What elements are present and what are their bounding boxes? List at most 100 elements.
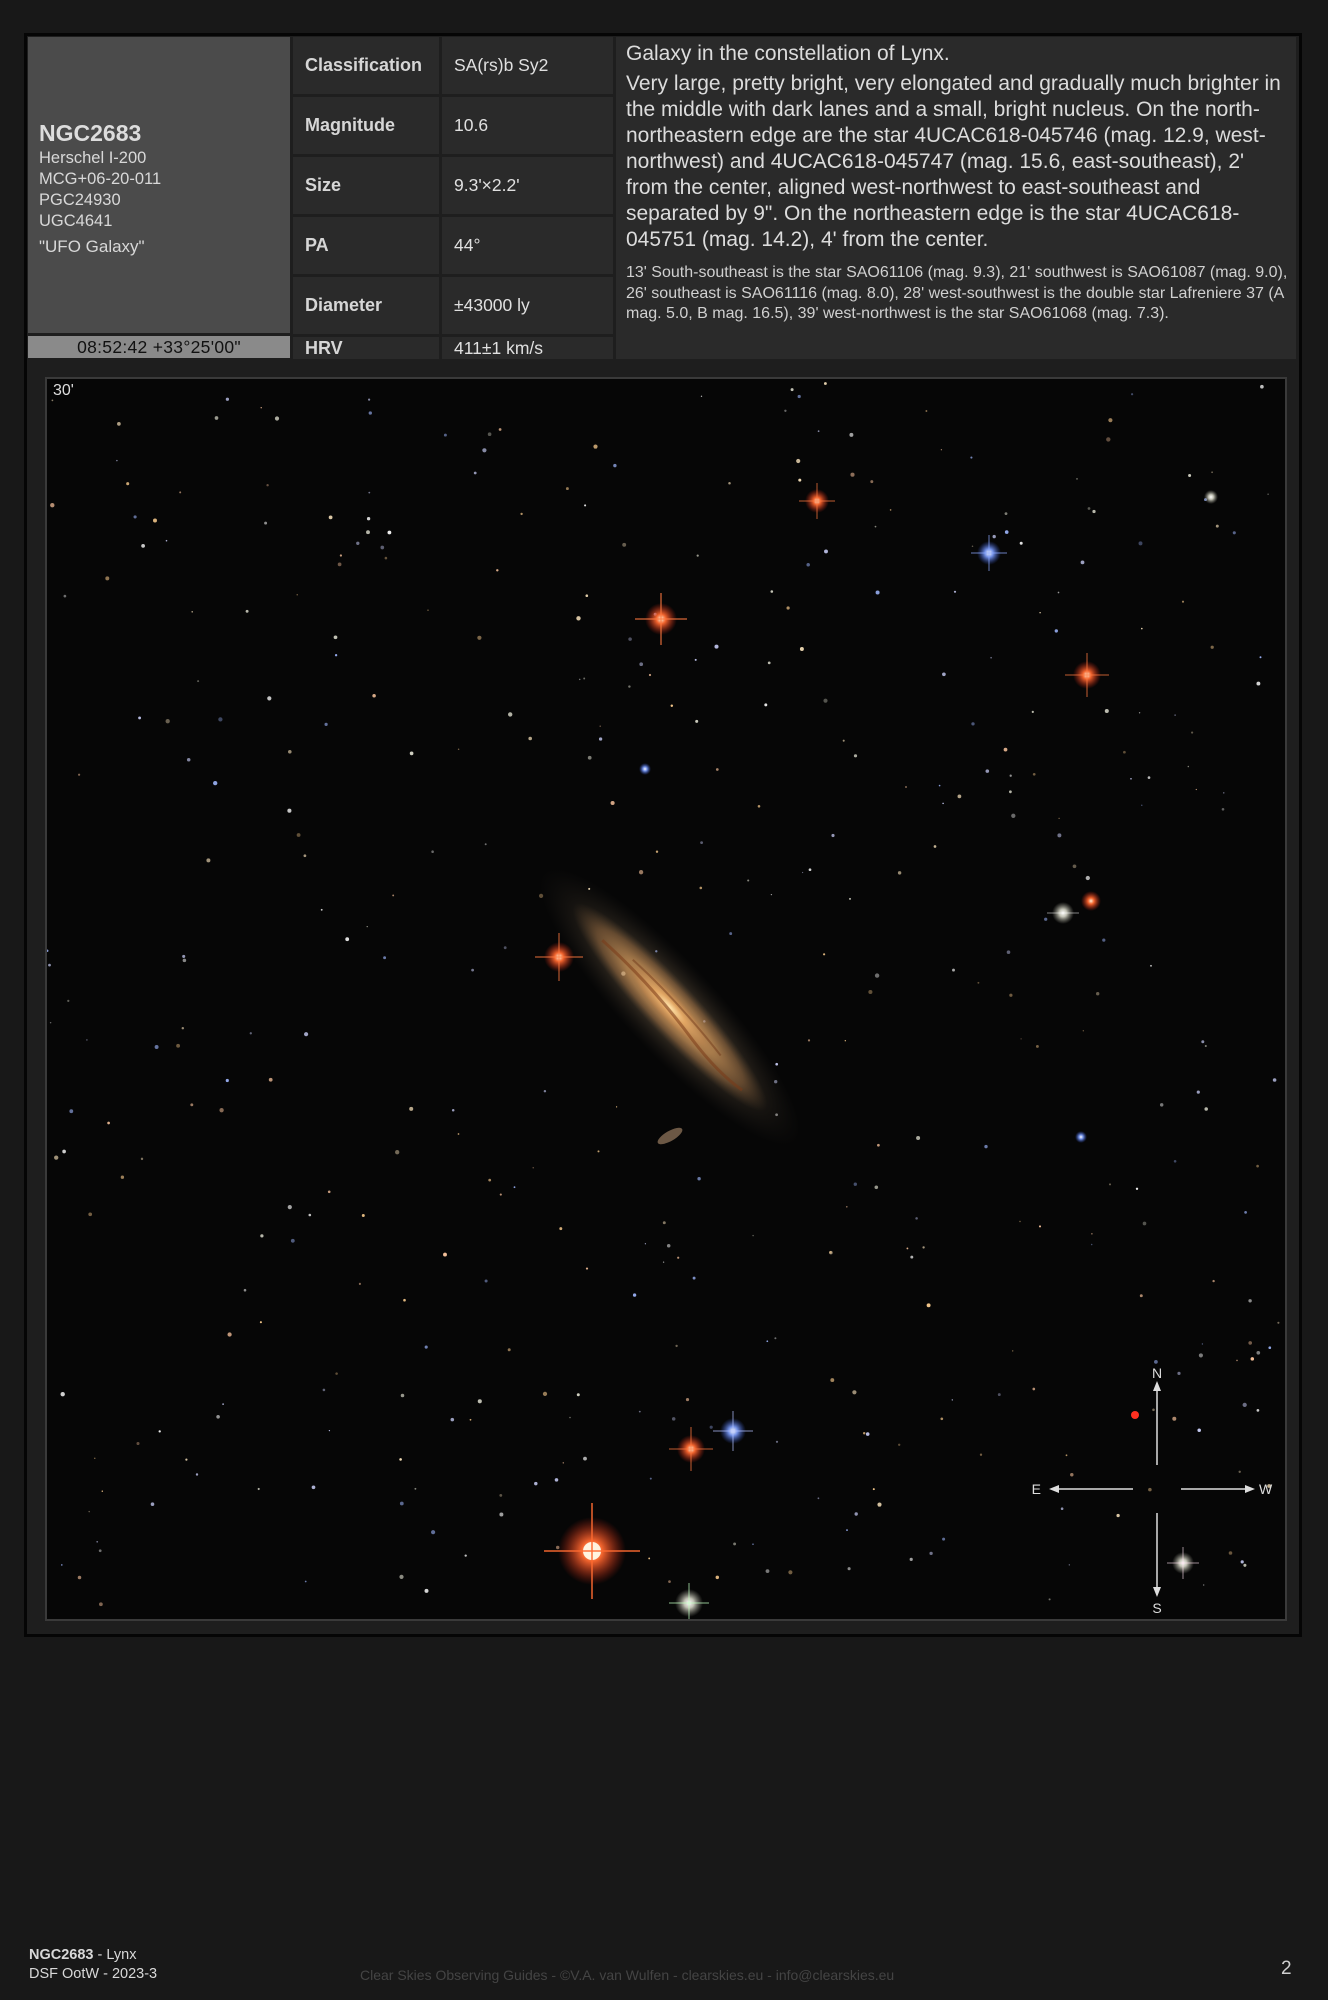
- background-star: [910, 1255, 914, 1259]
- background-star: [328, 1429, 331, 1432]
- background-star: [1242, 1402, 1247, 1408]
- background-star: [1019, 1220, 1021, 1223]
- background-star: [1201, 1040, 1205, 1044]
- background-star: [181, 1026, 185, 1030]
- background-star: [1198, 1353, 1203, 1358]
- background-star: [770, 590, 774, 593]
- compass-south-label: S: [1152, 1600, 1161, 1616]
- footer-credits: Clear Skies Observing Guides - ©V.A. van…: [360, 1967, 895, 1983]
- background-star: [599, 725, 601, 727]
- background-star: [107, 1121, 110, 1125]
- background-star: [126, 482, 130, 486]
- background-star: [1054, 629, 1058, 633]
- background-star: [477, 1399, 482, 1404]
- coordinates: 08:52:42 +33°25'00": [28, 336, 290, 358]
- background-star: [897, 871, 902, 875]
- background-star: [770, 893, 773, 896]
- background-star: [116, 459, 118, 462]
- background-star: [1070, 1473, 1074, 1477]
- background-star: [1108, 1183, 1112, 1186]
- background-star: [1204, 1107, 1208, 1111]
- background-star: [98, 1549, 102, 1553]
- background-star: [593, 444, 598, 449]
- background-star: [99, 1602, 103, 1607]
- background-star: [696, 554, 699, 557]
- background-star: [507, 1348, 511, 1352]
- compass-west-label: W: [1259, 1481, 1273, 1497]
- background-star: [1108, 418, 1113, 423]
- background-star: [786, 606, 790, 610]
- property-label: Diameter: [293, 277, 439, 334]
- background-star: [844, 1040, 846, 1042]
- background-star: [424, 1345, 428, 1349]
- background-star: [158, 1430, 161, 1433]
- background-star: [729, 932, 733, 936]
- background-star: [849, 897, 851, 900]
- background-star: [477, 635, 482, 640]
- background-star: [243, 1288, 247, 1292]
- background-star: [1057, 591, 1060, 594]
- background-star: [120, 1175, 125, 1179]
- background-star: [1057, 833, 1062, 838]
- background-star: [765, 1569, 770, 1573]
- background-star: [699, 886, 703, 890]
- background-star: [1232, 531, 1236, 535]
- background-star: [1090, 1243, 1093, 1246]
- background-star: [1130, 393, 1134, 396]
- background-star: [817, 430, 820, 433]
- background-star: [165, 539, 168, 542]
- background-star: [50, 503, 55, 508]
- background-star: [1223, 792, 1225, 794]
- background-star: [942, 1537, 946, 1541]
- background-star: [875, 590, 880, 595]
- background-star: [450, 1417, 455, 1422]
- background-star: [216, 1415, 220, 1419]
- background-star: [576, 1393, 580, 1397]
- background-star: [395, 1150, 400, 1155]
- background-star: [1210, 645, 1214, 649]
- background-star: [138, 716, 142, 720]
- alias-list: Herschel I-200 MCG+06-20-011 PGC24930 UG…: [39, 148, 161, 232]
- background-star: [775, 1440, 779, 1443]
- background-star: [1020, 1038, 1022, 1040]
- background-star: [842, 739, 845, 742]
- background-star: [694, 658, 697, 661]
- background-star: [846, 1529, 848, 1532]
- background-star: [671, 1417, 676, 1421]
- background-star: [1267, 493, 1269, 495]
- background-star: [520, 512, 523, 516]
- background-star: [877, 1143, 880, 1147]
- background-star: [666, 1244, 671, 1248]
- background-star: [933, 845, 937, 848]
- background-star: [542, 1391, 548, 1397]
- property-value: ±43000 ly: [442, 277, 613, 334]
- background-star: [929, 1551, 933, 1556]
- background-star: [424, 1588, 429, 1593]
- background-star: [775, 1062, 779, 1066]
- background-star: [179, 491, 182, 494]
- background-star: [328, 515, 333, 520]
- background-star: [274, 416, 280, 421]
- background-star: [662, 1261, 665, 1263]
- background-star: [366, 530, 370, 535]
- footer-object-info: NGC2683 - Lynx DSF OotW - 2023-3: [29, 1946, 157, 1984]
- background-star: [197, 680, 200, 683]
- background-star: [799, 647, 804, 651]
- background-star: [182, 954, 186, 958]
- background-star: [757, 805, 761, 808]
- background-star: [632, 1293, 637, 1297]
- background-star: [807, 1039, 811, 1042]
- background-star: [752, 1543, 754, 1545]
- background-star: [697, 1177, 701, 1181]
- background-star: [766, 1340, 769, 1343]
- background-star: [260, 1234, 264, 1238]
- background-star: [1082, 1030, 1084, 1032]
- background-star: [925, 410, 928, 412]
- background-star: [874, 1185, 879, 1190]
- background-star: [387, 530, 392, 535]
- background-star: [186, 758, 191, 762]
- background-star: [1091, 1233, 1093, 1235]
- background-star: [1130, 778, 1132, 780]
- background-star: [464, 1554, 467, 1557]
- background-star: [308, 1213, 312, 1217]
